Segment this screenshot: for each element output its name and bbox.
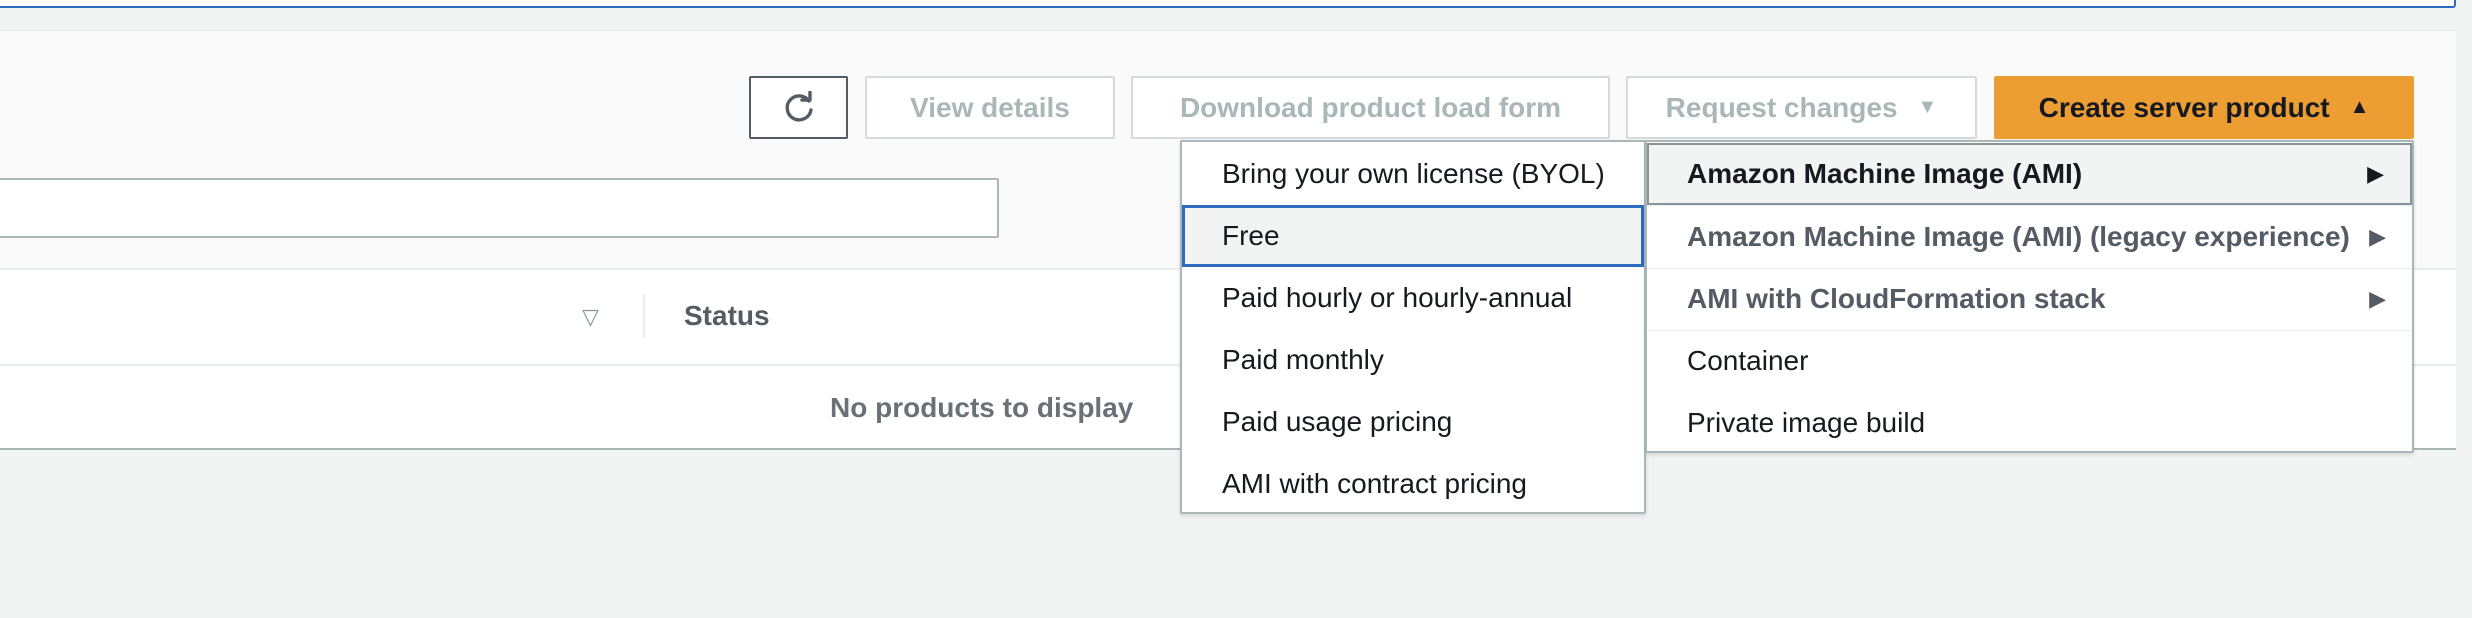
product-type-menu: Amazon Machine Image (AMI) ▶ Amazon Mach… <box>1645 140 2414 453</box>
menu-item-private-image-build[interactable]: Private image build <box>1647 392 2412 454</box>
request-changes-button[interactable]: Request changes ▼ <box>1626 76 1977 139</box>
menu-item-label: Free <box>1222 220 1280 251</box>
menu-item-label: Paid monthly <box>1222 344 1384 375</box>
sort-caret-icon[interactable]: ▽ <box>582 304 606 330</box>
menu-item-label: Private image build <box>1687 407 1926 438</box>
submenu-arrow-icon: ▶ <box>2367 161 2384 186</box>
menu-item-ami[interactable]: Amazon Machine Image (AMI) ▶ <box>1647 143 2412 205</box>
menu-item-ami-legacy[interactable]: Amazon Machine Image (AMI) (legacy exper… <box>1647 206 2412 268</box>
column-divider <box>643 294 645 338</box>
download-product-load-form-button[interactable]: Download product load form <box>1131 76 1610 139</box>
download-form-label: Download product load form <box>1179 91 1562 123</box>
menu-item-paid-usage[interactable]: Paid usage pricing <box>1182 391 1644 453</box>
menu-item-byol[interactable]: Bring your own license (BYOL) <box>1182 143 1644 205</box>
menu-item-contract-pricing[interactable]: AMI with contract pricing <box>1182 453 1644 515</box>
top-input-edge[interactable] <box>0 0 2456 8</box>
refresh-icon <box>785 90 813 122</box>
caret-down-icon: ▼ <box>1917 96 1938 118</box>
menu-item-label: Container <box>1687 345 1809 376</box>
menu-item-free[interactable]: Free <box>1182 205 1644 267</box>
empty-state-message: No products to display <box>830 392 1134 423</box>
create-product-label: Create server product <box>2038 91 2330 123</box>
column-header-status[interactable]: Status <box>684 300 770 332</box>
submenu-arrow-icon: ▶ <box>2369 224 2386 249</box>
request-changes-label: Request changes <box>1665 91 1898 123</box>
menu-item-label: Bring your own license (BYOL) <box>1222 158 1605 189</box>
menu-item-paid-monthly[interactable]: Paid monthly <box>1182 329 1644 391</box>
menu-item-label: AMI with contract pricing <box>1222 468 1527 499</box>
create-server-product-button[interactable]: Create server product ▲ <box>1994 76 2414 139</box>
menu-item-container[interactable]: Container <box>1647 330 2412 392</box>
caret-up-icon: ▲ <box>2349 96 2370 118</box>
menu-item-label: Paid hourly or hourly-annual <box>1222 282 1573 313</box>
pricing-type-menu: Bring your own license (BYOL) Free Paid … <box>1180 140 1646 514</box>
view-details-label: View details <box>910 91 1070 123</box>
submenu-arrow-icon: ▶ <box>2369 286 2386 311</box>
menu-item-ami-cloudformation[interactable]: AMI with CloudFormation stack ▶ <box>1647 268 2412 330</box>
view-details-button[interactable]: View details <box>865 76 1115 139</box>
menu-item-label: Amazon Machine Image (AMI) (legacy exper… <box>1687 221 2350 252</box>
menu-item-label: Amazon Machine Image (AMI) <box>1687 158 2083 189</box>
refresh-button[interactable] <box>749 76 848 139</box>
menu-item-label: AMI with CloudFormation stack <box>1687 283 2106 314</box>
menu-item-label: Paid usage pricing <box>1222 406 1453 437</box>
search-input[interactable] <box>0 178 999 238</box>
menu-item-paid-hourly[interactable]: Paid hourly or hourly-annual <box>1182 267 1644 329</box>
